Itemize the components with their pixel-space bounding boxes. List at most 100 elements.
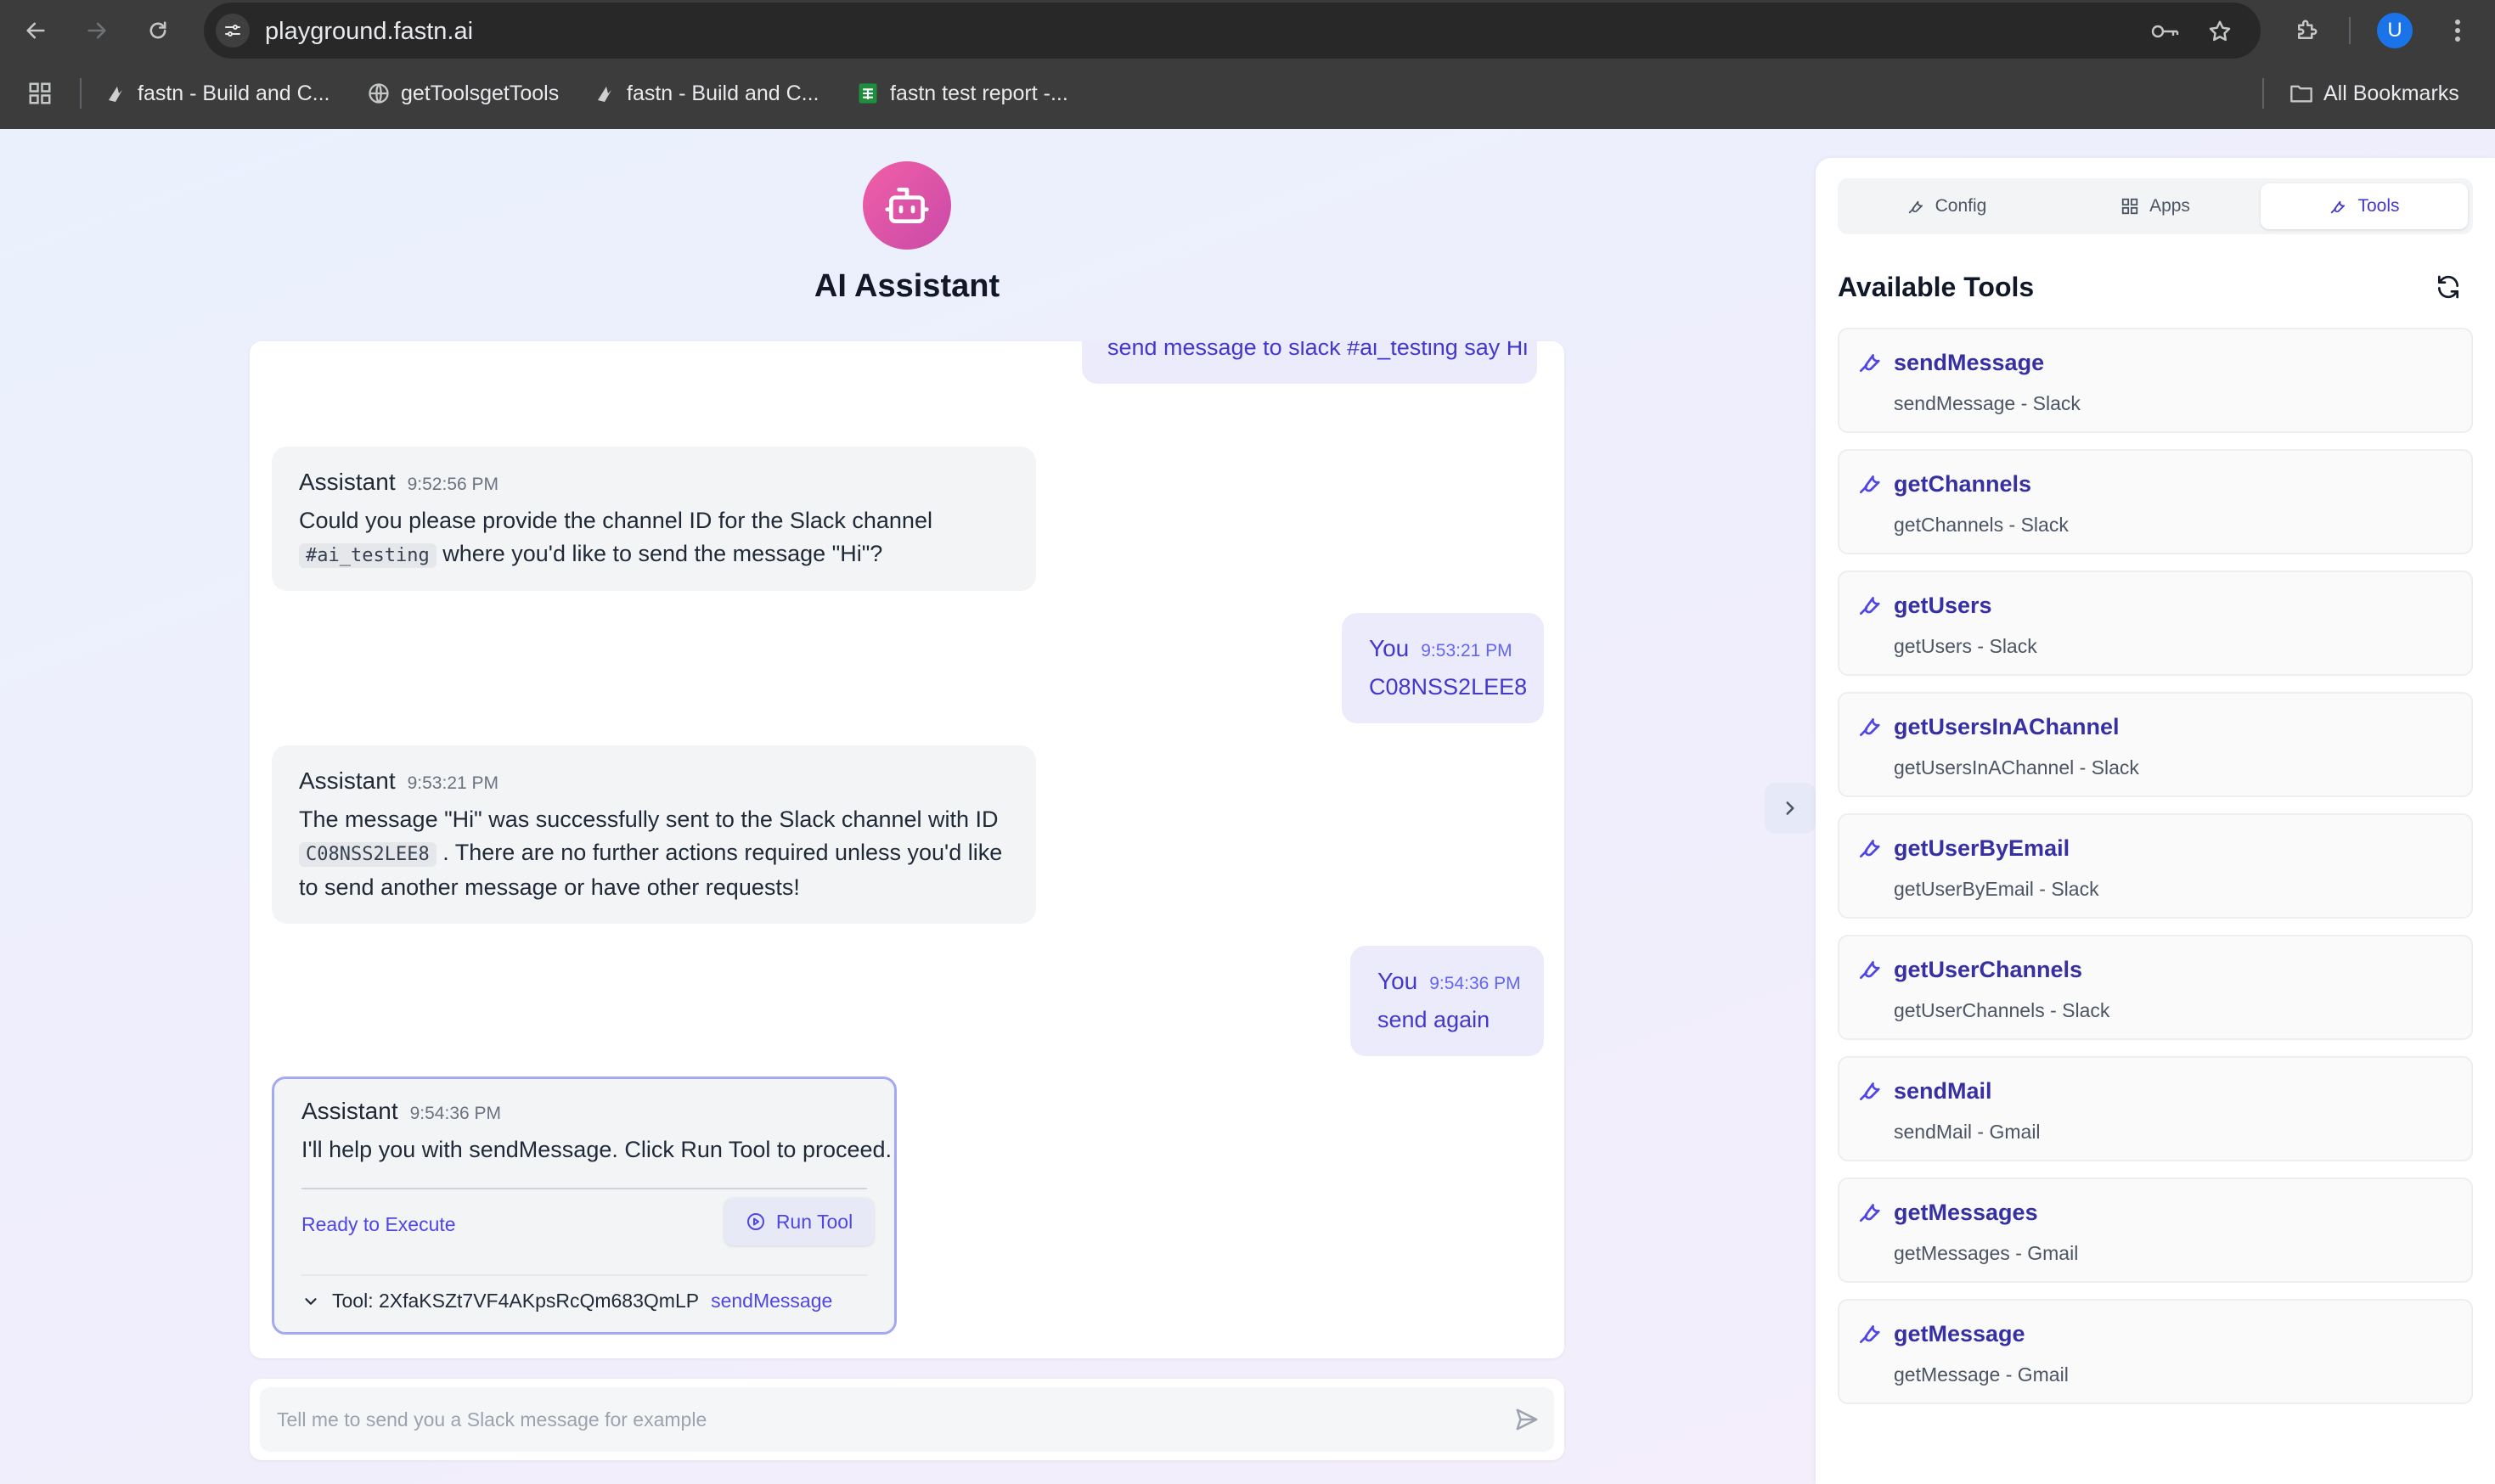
tool-name: sendMessage: [711, 1290, 833, 1312]
bookmark-item[interactable]: fastn - Build and C...: [593, 78, 819, 109]
bookmark-item[interactable]: getToolsgetTools: [367, 78, 559, 109]
tool-item[interactable]: getChannels getChannels - Slack: [1838, 449, 2473, 554]
chevron-down-icon: [305, 1297, 317, 1305]
tune-icon: [225, 25, 240, 37]
tool-item[interactable]: sendMail sendMail - Gmail: [1838, 1056, 2473, 1161]
refresh-tools-button[interactable]: [2433, 272, 2464, 302]
site-settings-button[interactable]: [216, 14, 250, 48]
bookmark-star-button[interactable]: [2203, 14, 2237, 48]
message-role: You: [1377, 968, 1418, 994]
message-text: C08NSS2LEE8: [1369, 674, 1528, 700]
toggle-panel-button[interactable]: [1765, 783, 1816, 834]
tool-item-description: sendMail - Gmail: [1894, 1121, 2041, 1143]
profile-avatar[interactable]: U: [2377, 13, 2413, 48]
globe-icon: [367, 82, 391, 105]
wrench-icon: [1856, 1198, 1884, 1225]
send-button[interactable]: [1512, 1404, 1542, 1435]
back-button[interactable]: [19, 14, 53, 48]
message-role: Assistant: [299, 767, 396, 794]
message-time: 9:53:21 PM: [407, 773, 499, 793]
wrench-icon: [2331, 200, 2346, 214]
tool-item-description: getMessages - Gmail: [1894, 1242, 2079, 1264]
sheets-favicon-icon: [856, 82, 880, 105]
browser-chrome: playground.fastn.ai U fastn - Build and …: [0, 0, 2495, 129]
tool-details-toggle[interactable]: Tool: 2XfaKSZt7VF4AKpsRcQm683QmLP sendMe…: [301, 1290, 832, 1313]
message-time: 9:53:21 PM: [1421, 641, 1512, 660]
tool-item[interactable]: getUsers getUsers - Slack: [1838, 571, 2473, 676]
sidebar-tabs: Config Apps Tools: [1838, 178, 2473, 234]
chevron-right-icon: [1786, 801, 1794, 815]
page: AI Assistant send message to slack #ai_t…: [0, 129, 2495, 1484]
tool-item-name: getUserByEmail: [1894, 835, 2070, 861]
wrench-icon: [1908, 200, 1923, 214]
bookmark-label: getToolsgetTools: [401, 81, 560, 105]
tool-item[interactable]: getMessages getMessages - Gmail: [1838, 1178, 2473, 1283]
run-tool-label: Run Tool: [775, 1210, 853, 1233]
tool-item-name: getMessages: [1894, 1200, 2038, 1225]
tool-item-name: getUsersInAChannel: [1894, 714, 2120, 739]
star-icon: [2209, 20, 2231, 42]
tab-tools[interactable]: Tools: [2261, 183, 2468, 229]
browser-menu-button[interactable]: [2441, 14, 2475, 48]
tool-item-name: getChannels: [1894, 471, 2032, 497]
tool-item-description: getUserByEmail - Slack: [1894, 878, 2099, 900]
grid-icon: [2121, 198, 2138, 215]
folder-icon: [2289, 82, 2313, 105]
tab-label: Tools: [2357, 196, 2400, 216]
fastn-favicon-icon: [104, 82, 127, 105]
address-bar[interactable]: playground.fastn.ai: [204, 3, 2261, 59]
tool-item[interactable]: getUserByEmail getUserByEmail - Slack: [1838, 813, 2473, 919]
bookmarks-bar: fastn - Build and C... getToolsgetTools …: [0, 68, 2495, 119]
all-bookmarks-button[interactable]: All Bookmarks: [2289, 78, 2459, 109]
tool-item-name: sendMessage: [1894, 350, 2045, 375]
message-role: Assistant: [299, 469, 396, 495]
reload-button[interactable]: [141, 14, 175, 48]
tool-item-name: sendMail: [1894, 1078, 1992, 1104]
tool-item-description: getChannels - Slack: [1894, 514, 2069, 536]
chat-panel: send message to slack #ai_testing say Hi…: [250, 341, 1564, 1358]
bookmark-label: fastn - Build and C...: [627, 81, 819, 105]
toolbar: playground.fastn.ai U: [0, 0, 2495, 61]
wrench-icon: [1856, 348, 1884, 375]
message-text: The message "Hi" was successfully sent t…: [299, 807, 1003, 900]
message-role: Assistant: [301, 1098, 398, 1124]
wrench-icon: [1856, 955, 1884, 982]
arrow-right-icon: [87, 22, 106, 39]
message-time: 9:52:56 PM: [407, 475, 499, 494]
bookmark-item[interactable]: fastn - Build and C...: [104, 78, 330, 109]
tool-item[interactable]: getUserChannels getUserChannels - Slack: [1838, 935, 2473, 1040]
apps-button[interactable]: [27, 78, 53, 109]
tool-item-description: getUsersInAChannel - Slack: [1894, 756, 2139, 779]
forward-button[interactable]: [80, 14, 114, 48]
extensions-button[interactable]: [2289, 14, 2323, 48]
tab-config[interactable]: Config: [1843, 183, 2050, 229]
bookmark-item[interactable]: fastn test report -...: [856, 78, 1068, 109]
send-icon: [1516, 1408, 1538, 1431]
tool-item[interactable]: sendMessage sendMessage - Slack: [1838, 328, 2473, 433]
tab-apps[interactable]: Apps: [2052, 183, 2259, 229]
url-text[interactable]: playground.fastn.ai: [265, 18, 473, 46]
composer: [250, 1379, 1564, 1460]
tab-label: Config: [1935, 196, 1987, 216]
tool-item-description: sendMessage - Slack: [1894, 392, 2081, 414]
password-button[interactable]: [2149, 14, 2182, 48]
all-bookmarks-label: All Bookmarks: [2323, 81, 2459, 105]
message-time: 9:54:36 PM: [409, 1104, 502, 1123]
status-text: Ready to Execute: [301, 1213, 456, 1235]
tool-item[interactable]: getUsersInAChannel getUsersInAChannel - S…: [1838, 692, 2473, 797]
bookmark-separator: [2262, 78, 2264, 109]
run-tool-button[interactable]: Run Tool: [724, 1198, 874, 1245]
bookmark-label: fastn - Build and C...: [138, 81, 330, 105]
tool-item[interactable]: getMessage getMessage - Gmail: [1838, 1299, 2473, 1404]
toolbar-separator: [2349, 17, 2351, 44]
tool-item-description: getUserChannels - Slack: [1894, 999, 2110, 1021]
tool-id: Tool: 2XfaKSZt7VF4AKpsRcQm683QmLP: [332, 1290, 700, 1312]
message-text: I'll help you with sendMessage. Click Ru…: [301, 1137, 893, 1162]
puzzle-icon: [2298, 20, 2318, 39]
tool-item-name: getUsers: [1894, 593, 1992, 618]
message-input[interactable]: [277, 1399, 1466, 1440]
message-header: Assistant 9:54:36 PM: [301, 1098, 892, 1125]
user-message: You 9:53:21 PM C08NSS2LEE8: [1342, 613, 1544, 723]
play-circle-icon: [746, 1213, 764, 1230]
tab-label: Apps: [2149, 196, 2190, 216]
